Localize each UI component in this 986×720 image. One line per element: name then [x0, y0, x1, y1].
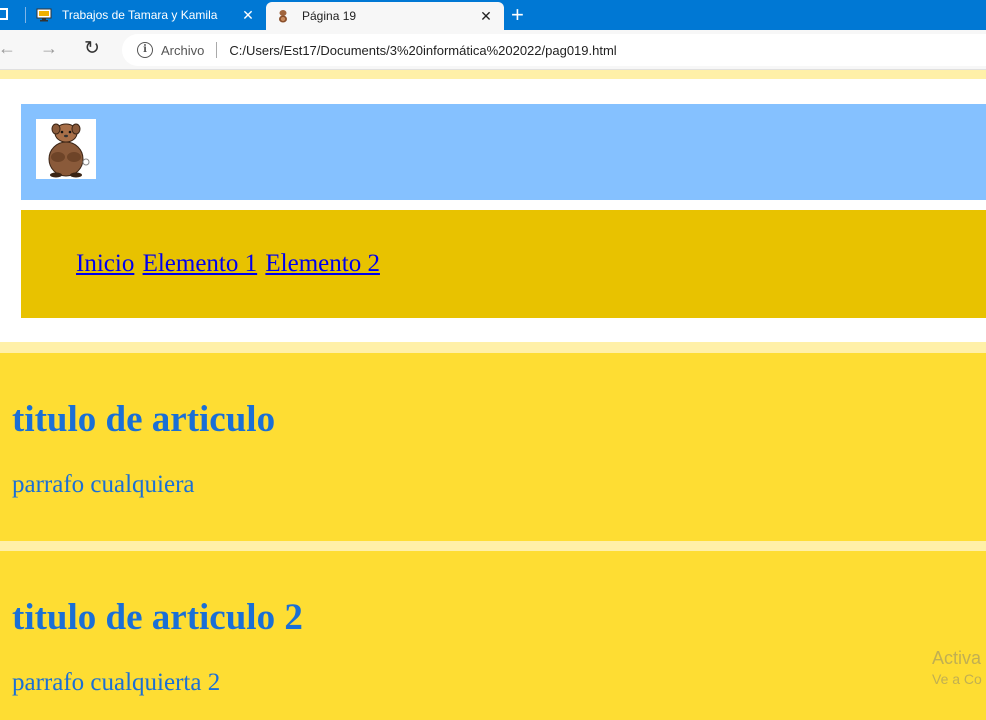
nav-bar: Inicio Elemento 1 Elemento 2	[21, 210, 986, 318]
article-2: titulo de articulo 2 parrafo cualquierta…	[0, 551, 986, 720]
article-paragraph: parrafo cualquierta 2	[12, 669, 221, 696]
nav-link-inicio[interactable]: Inicio	[76, 250, 134, 277]
page-header: Inicio Elemento 1 Elemento 2	[0, 79, 986, 342]
logo-bear-image	[36, 119, 96, 179]
tab-title: Trabajos de Tamara y Kamila	[62, 8, 218, 22]
windows-activation-watermark: Activa Ve a Co	[932, 648, 986, 687]
url-divider	[216, 42, 218, 58]
site-scheme-label: Archivo	[161, 42, 205, 58]
article-title: titulo de articulo	[12, 399, 276, 440]
window-menu-icon[interactable]	[0, 8, 8, 20]
new-tab-icon[interactable]: +	[511, 2, 524, 28]
watermark-line-1: Activa	[932, 648, 982, 668]
bear-favicon-icon	[276, 9, 292, 23]
nav-link-elemento-2[interactable]: Elemento 2	[265, 250, 380, 277]
address-bar: ← → ↻ i Archivo C:/Users/Est17/Documents…	[0, 30, 986, 70]
tab-pagina-19[interactable]: Página 19 ✕	[266, 2, 504, 30]
forward-arrow-icon[interactable]: →	[40, 38, 58, 59]
tab-title: Página 19	[302, 9, 357, 23]
reload-icon[interactable]: ↻	[84, 37, 100, 60]
article-title: titulo de articulo 2	[12, 597, 303, 638]
nav-link-elemento-1[interactable]: Elemento 1	[143, 250, 258, 277]
logo-bar	[21, 104, 986, 200]
close-tab-icon[interactable]: ✕	[474, 8, 498, 25]
back-arrow-icon[interactable]: ←	[0, 38, 16, 59]
monitor-icon	[36, 8, 52, 22]
page-viewport: Inicio Elemento 1 Elemento 2 titulo de a…	[0, 70, 986, 720]
url-text[interactable]: C:/Users/Est17/Documents/3%20informática…	[229, 43, 616, 58]
close-tab-icon[interactable]: ✕	[236, 7, 260, 24]
article-paragraph: parrafo cualquiera	[12, 471, 195, 498]
article-1: titulo de articulo parrafo cualquiera	[0, 353, 986, 541]
tab-trabajos[interactable]: Trabajos de Tamara y Kamila ✕	[26, 0, 266, 30]
url-field[interactable]: i Archivo C:/Users/Est17/Documents/3%20i…	[122, 34, 986, 66]
nav-links: Inicio Elemento 1 Elemento 2	[76, 250, 382, 278]
tab-strip: Trabajos de Tamara y Kamila ✕ Página 19 …	[0, 0, 986, 30]
info-icon[interactable]: i	[137, 42, 153, 58]
watermark-line-2: Ve a Co	[932, 671, 982, 687]
